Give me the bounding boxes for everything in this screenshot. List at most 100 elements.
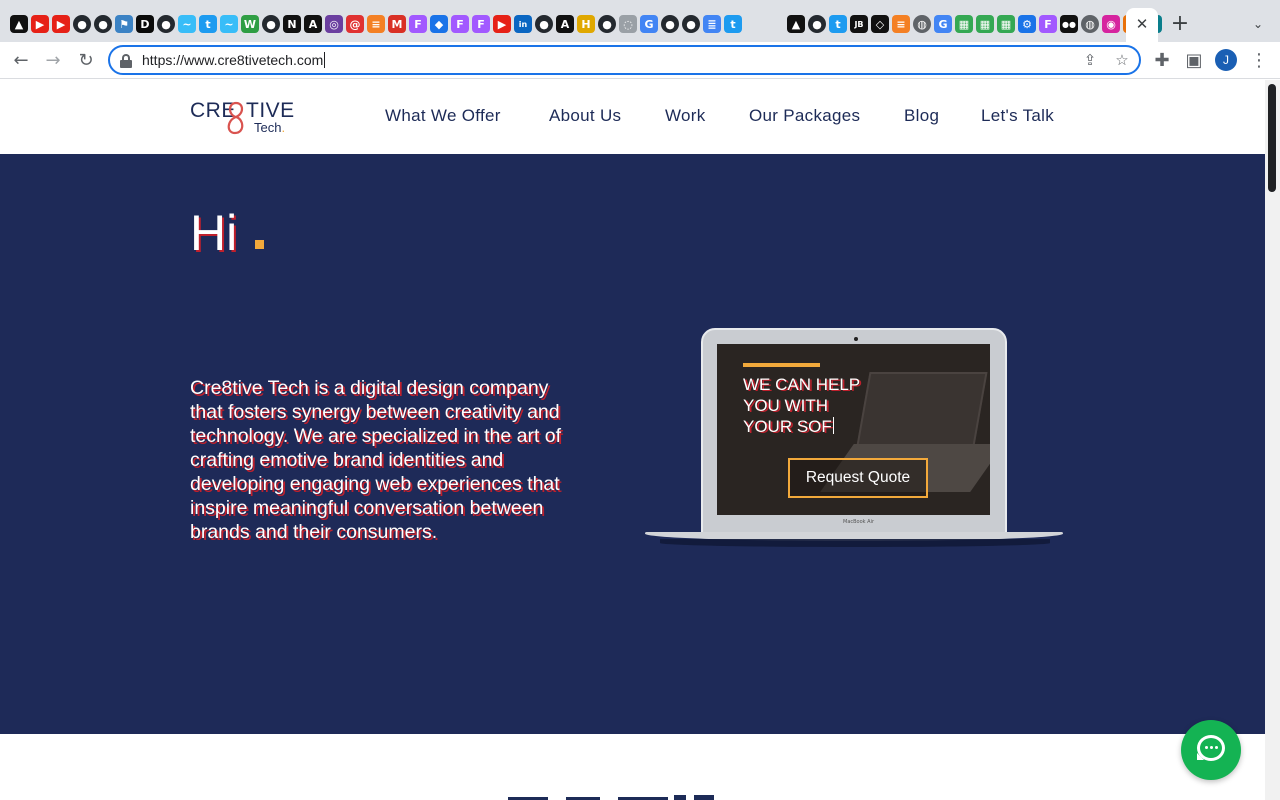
url-text[interactable]: https://www.cre8tivetech.com [142, 52, 323, 68]
github-icon[interactable]: ● [73, 15, 91, 33]
new-tab-button[interactable]: + [1168, 12, 1192, 36]
chat-icon-dot [1210, 746, 1213, 749]
logo-tech-wrap: Tech. [254, 120, 285, 135]
linkedin-icon[interactable]: in [514, 15, 532, 33]
page-viewport: CRE TIVE Tech. What We Offer About Us Wo… [0, 80, 1265, 800]
github-icon[interactable]: ● [262, 15, 280, 33]
globe-icon[interactable]: ◍ [1081, 15, 1099, 33]
github-icon[interactable]: ● [808, 15, 826, 33]
tailwind-icon[interactable]: ~ [178, 15, 196, 33]
laptop-model-label: MacBook Air [843, 519, 875, 525]
figma-icon[interactable]: F [451, 15, 469, 33]
page-scrollbar[interactable] [1265, 80, 1280, 800]
scrollbar-thumb[interactable] [1268, 84, 1276, 192]
side-panel-icon[interactable]: ▣ [1181, 48, 1207, 74]
back-icon[interactable]: ← [8, 48, 34, 74]
url-text-wrap[interactable]: https://www.cre8tivetech.com [142, 51, 326, 69]
laptop-screen: WE CAN HELP YOU WITH YOUR SOF Request Qu… [717, 344, 990, 515]
logo-dot: . [281, 120, 286, 135]
sheets-icon[interactable]: ▦ [976, 15, 994, 33]
vercel-icon[interactable]: ▲ [10, 15, 28, 33]
github-icon[interactable]: ● [661, 15, 679, 33]
app-icon[interactable]: A [556, 15, 574, 33]
github-icon[interactable]: ● [535, 15, 553, 33]
figma-icon[interactable]: F [472, 15, 490, 33]
google-icon[interactable]: G [934, 15, 952, 33]
figma-icon[interactable]: F [1039, 15, 1057, 33]
address-bar[interactable]: https://www.cre8tivetech.com ⇪ ☆ [108, 45, 1141, 75]
app-icon[interactable]: A [304, 15, 322, 33]
google-icon[interactable]: G [640, 15, 658, 33]
youtube-icon[interactable]: ▶ [52, 15, 70, 33]
next-section-heading-peek [508, 795, 714, 800]
reload-icon[interactable]: ↻ [73, 48, 99, 74]
lock-icon[interactable] [120, 54, 132, 68]
nav-what-we-offer[interactable]: What We Offer [385, 106, 501, 126]
globe-icon[interactable]: ◍ [913, 15, 931, 33]
hero-description: Cre8tive Tech is a digital design compan… [190, 377, 562, 543]
forward-icon[interactable]: → [40, 48, 66, 74]
hashnode-icon[interactable]: H [577, 15, 595, 33]
youtube-icon[interactable]: ▶ [493, 15, 511, 33]
medium-icon[interactable]: ●● [1060, 15, 1078, 33]
instagram-icon[interactable]: ◉ [1102, 15, 1120, 33]
extensions-icon[interactable]: ✚ [1149, 48, 1175, 74]
sheets-icon[interactable]: ▦ [955, 15, 973, 33]
share-icon[interactable]: ⇪ [1080, 50, 1100, 70]
chat-widget-button[interactable] [1181, 720, 1241, 780]
youtube-icon[interactable]: ▶ [31, 15, 49, 33]
chat-icon-dot [1215, 746, 1218, 749]
typing-caret [832, 417, 834, 434]
vercel-icon[interactable]: ▲ [787, 15, 805, 33]
notion-icon[interactable]: N [283, 15, 301, 33]
webflow-icon[interactable]: W [241, 15, 259, 33]
github-icon[interactable]: ● [94, 15, 112, 33]
email-app-icon[interactable]: @ [346, 15, 364, 33]
text-caret [324, 52, 326, 68]
codepen-icon[interactable]: ◇ [871, 15, 889, 33]
circle-app-icon[interactable]: ◎ [325, 15, 343, 33]
stackoverflow-icon[interactable]: ≡ [892, 15, 910, 33]
hero-heading-dot [255, 240, 264, 249]
logo-text-part3: Tech [254, 120, 282, 135]
github-icon[interactable]: ● [157, 15, 175, 33]
dev-icon[interactable]: D [136, 15, 154, 33]
nav-work[interactable]: Work [665, 106, 706, 126]
twitter-icon[interactable]: t [724, 15, 742, 33]
generic-page-icon[interactable]: ◌ [619, 15, 637, 33]
tailwind-icon[interactable]: ~ [220, 15, 238, 33]
nav-about-us[interactable]: About Us [549, 106, 621, 126]
twitter-icon[interactable]: t [829, 15, 847, 33]
twitter-icon[interactable]: t [199, 15, 217, 33]
gmail-icon[interactable]: M [388, 15, 406, 33]
diamond-app-icon[interactable]: ◆ [430, 15, 448, 33]
sheets-icon[interactable]: ▦ [997, 15, 1015, 33]
figma-icon[interactable]: F [409, 15, 427, 33]
hero-diagonal-edge [79, 740, 1265, 800]
stackoverflow-icon[interactable]: ≡ [367, 15, 385, 33]
screen-accent-bar [743, 363, 820, 367]
nav-blog[interactable]: Blog [904, 106, 939, 126]
nav-our-packages[interactable]: Our Packages [749, 106, 860, 126]
github-icon[interactable]: ● [598, 15, 616, 33]
jetbrains-icon[interactable]: JB [850, 15, 868, 33]
laptop-shadow [660, 539, 1050, 547]
github-icon[interactable]: ● [682, 15, 700, 33]
site-header: CRE TIVE Tech. What We Offer About Us Wo… [0, 80, 1265, 154]
tab-search-icon[interactable]: ⌄ [1248, 14, 1268, 34]
hero-heading: Hi [190, 205, 238, 261]
laptop-camera [854, 337, 858, 341]
nav-lets-talk[interactable]: Let's Talk [981, 106, 1054, 126]
flag-icon[interactable]: ⚑ [115, 15, 133, 33]
typing-headline: WE CAN HELP YOU WITH YOUR SOF [743, 374, 903, 437]
docs-icon[interactable]: ≣ [703, 15, 721, 33]
settings-icon[interactable]: ⚙ [1018, 15, 1036, 33]
cre8tive-logo[interactable]: CRE TIVE Tech. [188, 98, 298, 138]
request-quote-button[interactable]: Request Quote [788, 458, 928, 498]
close-tab-icon[interactable]: ✕ [1134, 14, 1150, 34]
browser-menu-icon[interactable]: ⋮ [1246, 48, 1272, 74]
bookmark-star-icon[interactable]: ☆ [1112, 50, 1132, 70]
chat-icon-tail [1197, 753, 1204, 760]
typing-line-3: YOUR SOF [743, 417, 832, 436]
profile-avatar[interactable]: J [1215, 49, 1237, 71]
